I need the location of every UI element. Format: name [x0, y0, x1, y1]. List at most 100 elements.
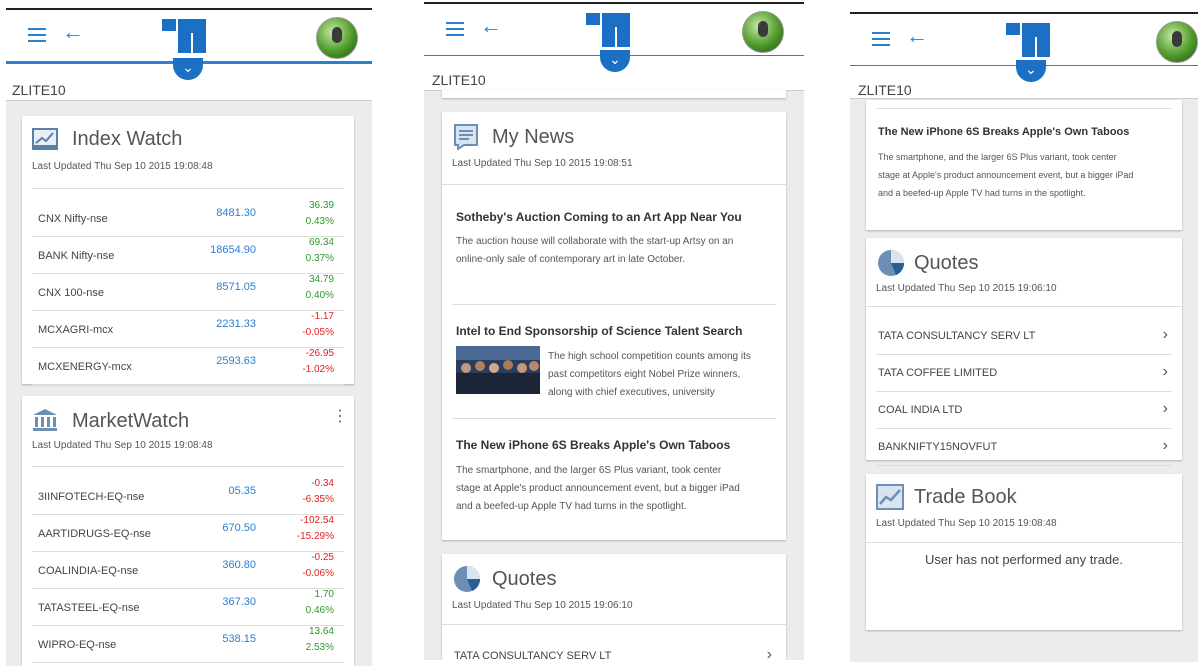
last-updated: Last Updated Thu Sep 10 2015 19:06:10: [452, 600, 633, 611]
change-percent: 0.46%: [305, 605, 334, 616]
account-bar: ⌄ ZLITE10: [424, 50, 804, 91]
price-change: -26.95 -1.02%: [302, 346, 334, 378]
menu-icon[interactable]: [872, 32, 890, 46]
quotes-card: Quotes Last Updated Thu Sep 10 2015 19:0…: [442, 554, 786, 660]
last-price: 05.35: [228, 485, 256, 497]
quote-row[interactable]: TATA COFFEE LIMITED ›: [876, 355, 1172, 392]
change-value: -0.34: [311, 478, 334, 489]
last-price: 8571.05: [216, 281, 256, 293]
last-price: 2593.63: [216, 355, 256, 367]
chevron-down-icon[interactable]: ⌄: [1016, 60, 1046, 82]
back-arrow-icon[interactable]: ←: [480, 14, 502, 38]
change-percent: -0.06%: [302, 568, 334, 579]
last-price: 2231.33: [216, 318, 256, 330]
menu-icon[interactable]: [28, 28, 46, 42]
quote-row[interactable]: COAL INDIA LTD ›: [876, 392, 1172, 429]
avatar[interactable]: [316, 17, 358, 59]
last-price: 367.30: [222, 596, 256, 608]
card-title: Index Watch: [72, 128, 183, 150]
news-body-line: stage at Apple's product announcement ev…: [456, 483, 740, 494]
symbol-name: MCXAGRI-mcx: [38, 324, 114, 336]
price-change: -0.34 -6.35%: [302, 476, 334, 508]
symbol-name: 3IINFOTECH-EQ-nse: [38, 491, 145, 503]
quote-row[interactable]: TATA CONSULTANCY SERV LT ›: [876, 318, 1172, 355]
quote-name: BANKNIFTY15NOVFUT: [878, 441, 998, 453]
news-body-line: The auction house will collaborate with …: [456, 236, 734, 247]
divider: [32, 188, 344, 189]
last-updated: Last Updated Thu Sep 10 2015 19:08:48: [876, 518, 1057, 529]
table-row[interactable]: AARTIDRUGS-EQ-nse 670.50 -102.54 -15.29%: [32, 515, 344, 552]
table-row[interactable]: MCXAGRI-mcx 2231.33 -1.17 -0.05%: [32, 311, 344, 348]
divider: [876, 108, 1172, 109]
chart-icon: [32, 128, 58, 150]
symbol-name: MCXENERGY-mcx: [38, 361, 132, 373]
index-watch-card: Index Watch Last Updated Thu Sep 10 2015…: [22, 116, 354, 385]
divider: [452, 418, 776, 419]
change-percent: 2.53%: [305, 642, 334, 653]
card-title: My News: [492, 126, 575, 148]
change-percent: -1.02%: [302, 364, 334, 375]
divider: [866, 306, 1182, 307]
avatar[interactable]: [1156, 21, 1198, 63]
avatar[interactable]: [742, 11, 784, 53]
table-row[interactable]: BANK Nifty-nse 18654.90 69.34 0.37%: [32, 237, 344, 274]
card-title: Quotes: [492, 568, 557, 590]
change-percent: -6.35%: [302, 494, 334, 505]
chevron-down-icon[interactable]: ⌄: [173, 58, 203, 80]
price-change: 69.34 0.37%: [306, 235, 334, 267]
quote-name: TATA COFFEE LIMITED: [878, 367, 998, 379]
market-watch-card: MarketWatch ⋮ Last Updated Thu Sep 10 20…: [22, 396, 354, 666]
news-headline[interactable]: Sotheby's Auction Coming to an Art App N…: [456, 210, 742, 224]
symbol-name: AARTIDRUGS-EQ-nse: [38, 528, 151, 540]
account-label: ZLITE10: [432, 72, 486, 88]
last-updated: Last Updated Thu Sep 10 2015 19:08:51: [452, 158, 633, 169]
symbol-name: WIPRO-EQ-nse: [38, 639, 117, 651]
last-updated: Last Updated Thu Sep 10 2015 19:08:48: [32, 440, 213, 451]
price-change: 34.79 0.40%: [306, 272, 334, 304]
news-headline[interactable]: Intel to End Sponsorship of Science Tale…: [456, 324, 743, 338]
symbol-name: BANK Nifty-nse: [38, 250, 115, 262]
quotes-card: Quotes Last Updated Thu Sep 10 2015 19:0…: [866, 238, 1182, 466]
price-change: -102.54 -15.29%: [297, 513, 334, 545]
back-arrow-icon[interactable]: ←: [62, 20, 84, 44]
last-updated: Last Updated Thu Sep 10 2015 19:08:48: [32, 161, 213, 172]
pie-chart-icon: [454, 566, 480, 592]
chevron-down-icon[interactable]: ⌄: [600, 50, 630, 72]
table-row[interactable]: TATASTEEL-EQ-nse 367.30 1.70 0.46%: [32, 589, 344, 626]
divider: [32, 466, 344, 467]
account-bar: ⌄ ZLITE10: [850, 60, 1198, 99]
change-percent: 0.40%: [305, 290, 334, 301]
pie-chart-icon: [878, 250, 904, 276]
previous-card-edge: [442, 90, 786, 98]
price-change: 13.64 2.53%: [306, 624, 334, 656]
my-news-card: My News Last Updated Thu Sep 10 2015 19:…: [442, 112, 786, 540]
quote-row[interactable]: TATA CONSULTANCY SERV LT ›: [452, 638, 776, 660]
account-bar: ⌄ ZLITE10: [6, 58, 372, 101]
change-value: 13.64: [308, 626, 334, 637]
news-body-line: and a beefed-up Apple TV had turns in th…: [878, 188, 1086, 198]
account-label: ZLITE10: [12, 82, 66, 98]
news-headline[interactable]: The New iPhone 6S Breaks Apple's Own Tab…: [878, 126, 1129, 138]
change-value: -0.25: [311, 552, 334, 563]
table-row[interactable]: COALINDIA-EQ-nse 360.80 -0.25 -0.06%: [32, 552, 344, 589]
table-row[interactable]: WIPRO-EQ-nse 538.15 13.64 2.53%: [32, 626, 344, 663]
chevron-right-icon: ›: [1162, 437, 1168, 454]
last-updated: Last Updated Thu Sep 10 2015 19:06:10: [876, 283, 1057, 294]
trend-chart-icon: [876, 484, 904, 510]
table-row[interactable]: 3IINFOTECH-EQ-nse 05.35 -0.34 -6.35%: [32, 478, 344, 515]
back-arrow-icon[interactable]: ←: [906, 24, 928, 48]
last-price: 670.50: [222, 522, 256, 534]
last-price: 538.15: [222, 633, 256, 645]
quote-row[interactable]: BANKNIFTY15NOVFUT ›: [876, 429, 1172, 466]
change-value: 1.70: [314, 589, 334, 600]
table-row[interactable]: MCXENERGY-mcx 2593.63 -26.95 -1.02%: [32, 348, 344, 385]
news-body-line: online-only sale of contemporary art in …: [456, 254, 686, 265]
change-percent: 0.37%: [305, 253, 334, 264]
menu-icon[interactable]: [446, 22, 464, 36]
symbol-name: CNX Nifty-nse: [38, 213, 108, 225]
news-headline[interactable]: The New iPhone 6S Breaks Apple's Own Tab…: [456, 438, 730, 452]
table-row[interactable]: CNX 100-nse 8571.05 34.79 0.40%: [32, 274, 344, 311]
more-options-icon[interactable]: ⋮: [332, 406, 348, 426]
table-row[interactable]: CNX Nifty-nse 8481.30 36.39 0.43%: [32, 200, 344, 237]
change-value: 34.79: [308, 274, 334, 285]
